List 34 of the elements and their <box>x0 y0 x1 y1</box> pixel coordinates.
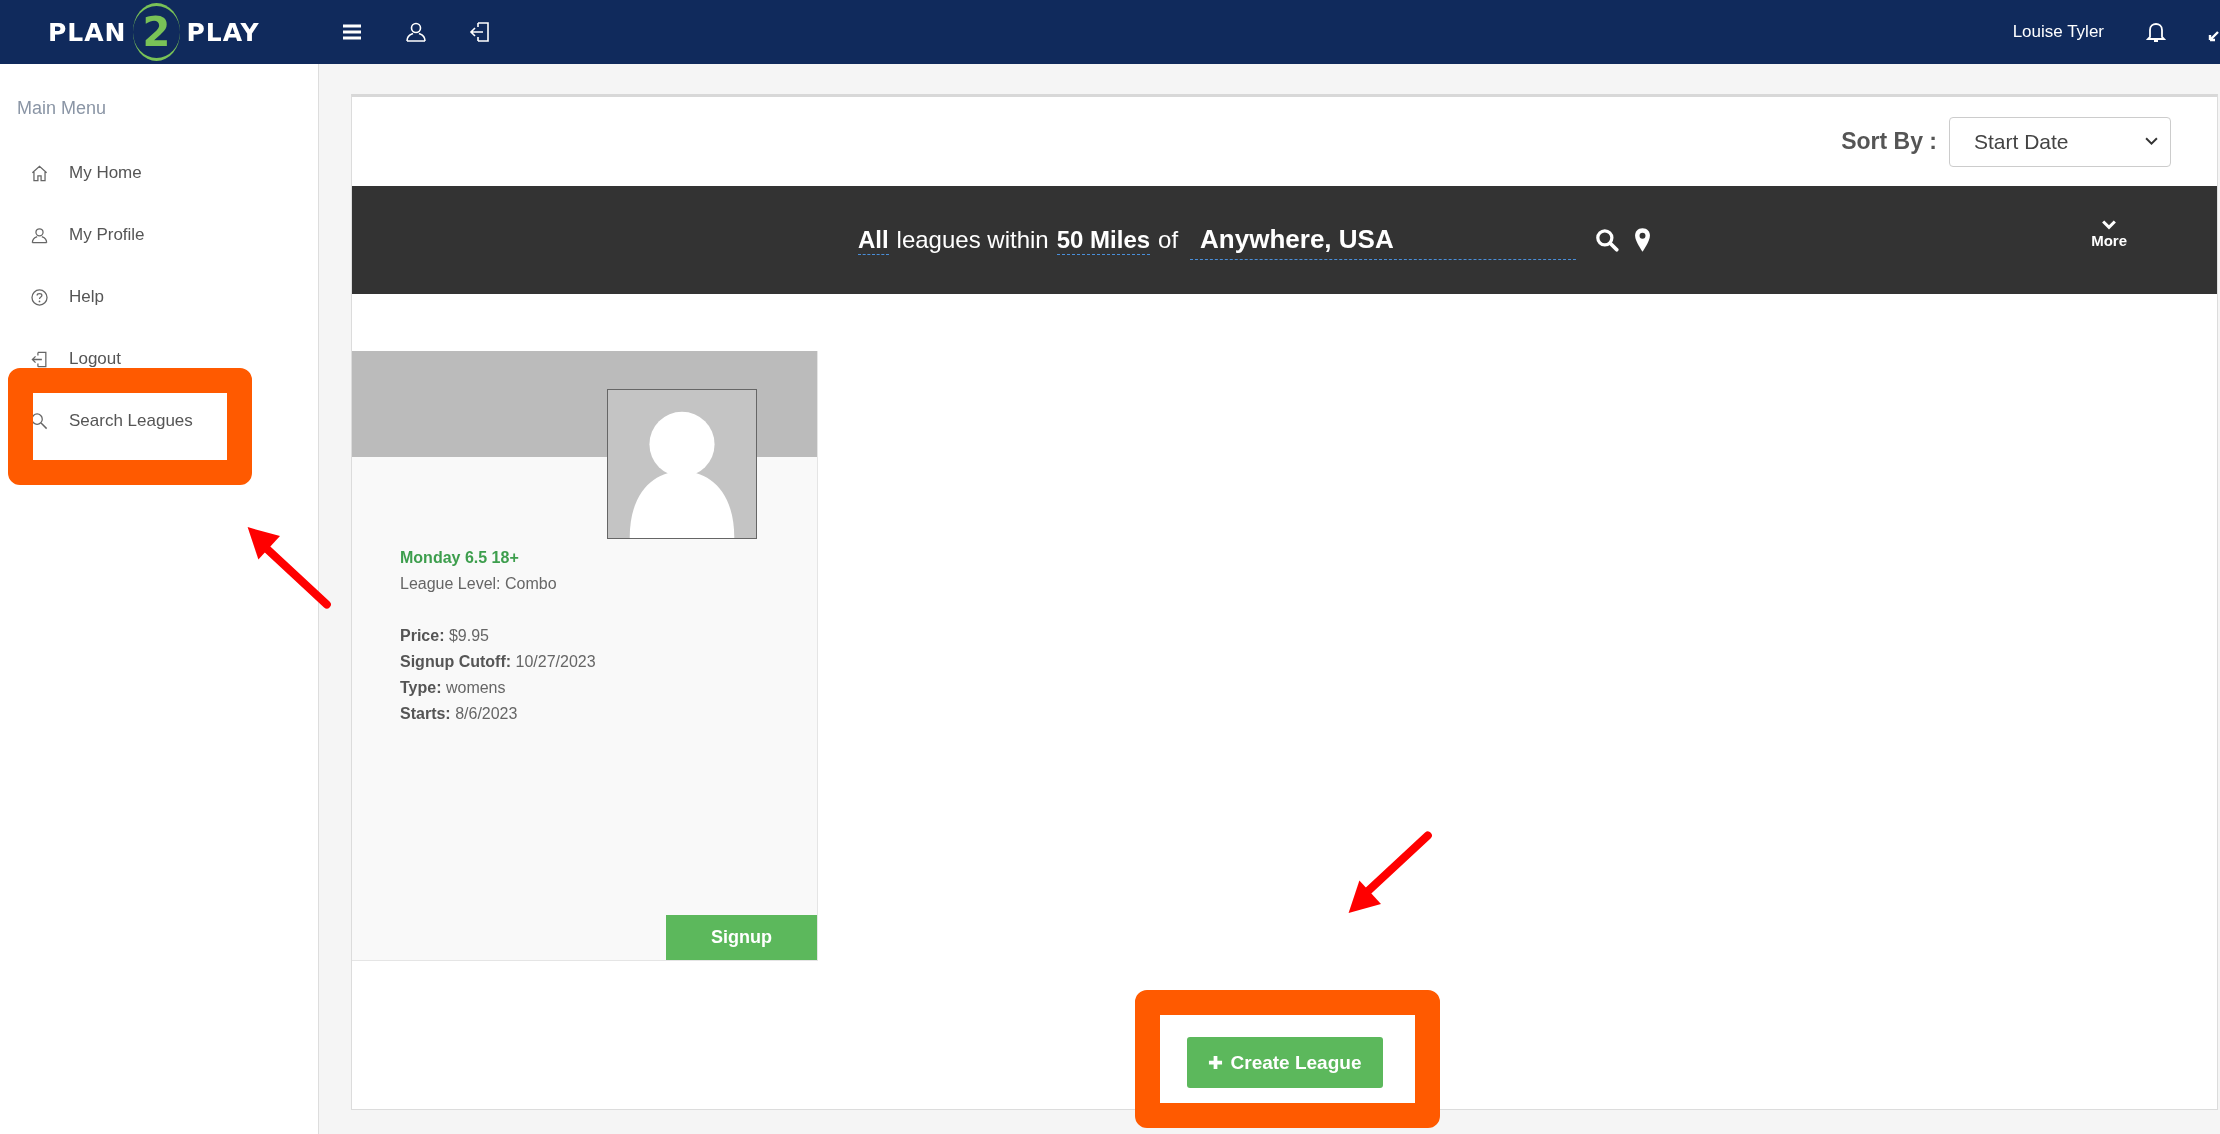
sort-dropdown[interactable]: Start Date <box>1949 116 2171 167</box>
plus-icon <box>1207 1055 1223 1070</box>
menu-heading: Main Menu <box>17 98 108 119</box>
league-detail: Starts: 8/6/2023 <box>400 704 519 724</box>
user-icon <box>30 225 49 245</box>
logout-icon <box>30 349 49 369</box>
location-field[interactable]: Anywhere, USA <box>1190 220 1577 260</box>
filter-text: leagues within <box>896 226 1049 254</box>
league-detail: Type: womens <box>400 678 507 698</box>
user-icon[interactable] <box>404 20 428 44</box>
sidebar-item[interactable]: My Home <box>30 163 142 183</box>
logout-icon[interactable] <box>468 20 492 44</box>
sidebar-item[interactable]: My Profile <box>30 225 145 245</box>
search-icon[interactable] <box>1594 227 1621 253</box>
user-name[interactable]: Louise Tyler <box>2012 22 2104 42</box>
distance-dropdown[interactable]: 50 Miles <box>1056 225 1151 255</box>
sidebar-item[interactable]: Logout <box>30 349 121 369</box>
league-level: League Level: Combo <box>400 574 558 594</box>
search-icon <box>30 411 49 431</box>
chevron-down-icon <box>2102 220 2117 230</box>
more-button[interactable]: More <box>2091 220 2127 249</box>
sidebar-item[interactable]: Search Leagues <box>30 411 193 431</box>
scope-dropdown[interactable]: All <box>857 225 889 255</box>
chevron-down-icon <box>2145 137 2158 146</box>
sidebar-item[interactable]: Help <box>30 287 104 307</box>
filter-text: of <box>1158 226 1179 254</box>
sort-label: Sort By : <box>1841 128 1937 155</box>
league-detail: Signup Cutoff: 10/27/2023 <box>400 652 597 672</box>
help-icon <box>30 287 49 307</box>
map-pin-icon[interactable] <box>1634 227 1652 253</box>
league-detail: Price: $9.95 <box>400 626 490 646</box>
plan2play-logo[interactable]: PLAN 2 PLAY <box>48 3 268 61</box>
home-icon <box>30 163 49 183</box>
bell-icon[interactable] <box>2144 20 2168 44</box>
